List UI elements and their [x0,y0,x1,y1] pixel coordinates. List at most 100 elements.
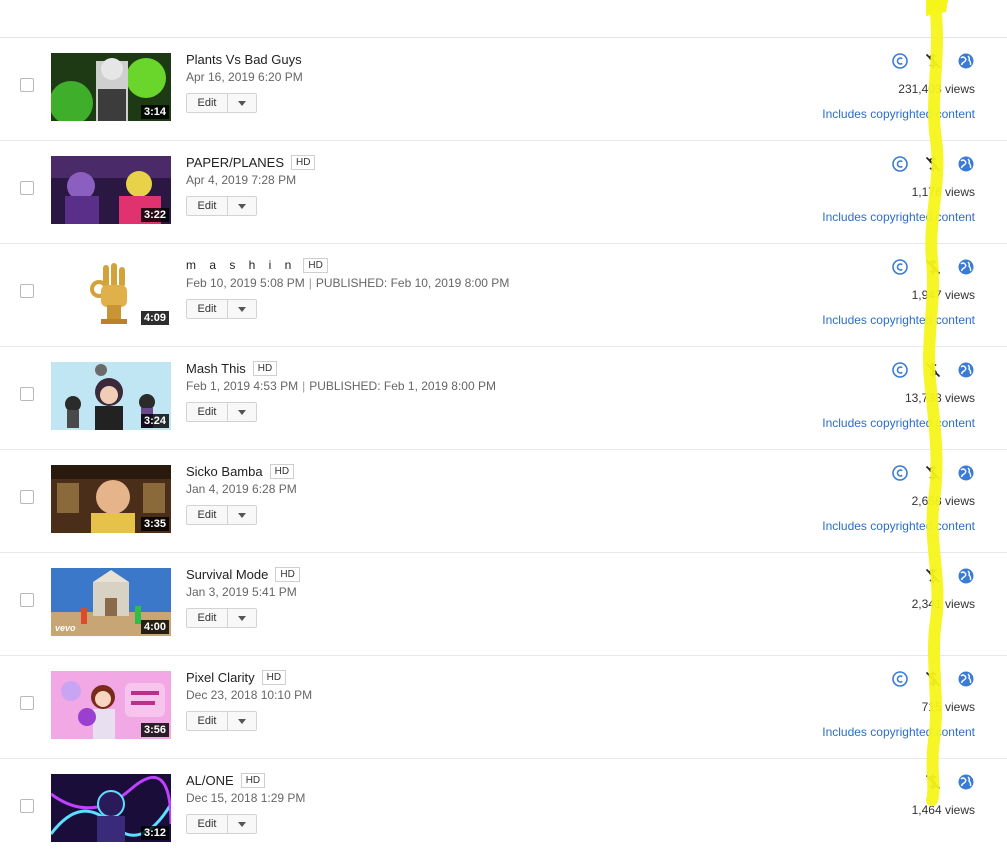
video-title[interactable]: Survival Mode [186,567,268,582]
hd-badge: HD [303,257,328,273]
video-thumbnail[interactable]: vevo 4:00 [51,568,171,636]
view-count: 1,464 views [911,803,975,817]
copyright-claim-link[interactable]: Includes copyrighted content [822,313,975,327]
edit-button[interactable]: Edit [187,94,228,112]
edit-dropdown-button[interactable] [228,506,256,524]
edit-dropdown-button[interactable] [228,300,256,318]
row-checkbox[interactable] [20,387,34,401]
edit-button[interactable]: Edit [187,712,228,730]
edit-dropdown-button[interactable] [228,815,256,833]
video-thumbnail[interactable]: 3:22 [51,156,171,224]
copyright-icon[interactable] [891,155,909,173]
row-checkbox[interactable] [20,181,34,195]
published-date: PUBLISHED: Feb 10, 2019 8:00 PM [315,276,510,290]
video-title[interactable]: Sicko Bamba [186,464,263,479]
public-globe-icon[interactable] [957,361,975,379]
video-row: 3:24 Mash This HD Feb 1, 2019 4:53 PM | PU… [0,347,1007,450]
video-title[interactable]: PAPER/PLANES [186,155,284,170]
edit-dropdown-button[interactable] [228,712,256,730]
edit-button-group: Edit [186,814,257,834]
edit-button[interactable]: Edit [187,403,228,421]
public-globe-icon[interactable] [957,464,975,482]
copyright-icon[interactable] [891,670,909,688]
view-count: 1,947 views [911,288,975,302]
public-globe-icon[interactable] [957,52,975,70]
video-title[interactable]: Pixel Clarity [186,670,255,685]
copyright-claim-link[interactable]: Includes copyrighted content [822,416,975,430]
hd-badge: HD [252,360,278,376]
monetization-off-icon[interactable] [924,773,942,791]
video-row: 3:14 Plants Vs Bad Guys Apr 16, 2019 6:2… [0,38,1007,141]
edit-button[interactable]: Edit [187,815,228,833]
row-checkbox[interactable] [20,284,34,298]
edit-button[interactable]: Edit [187,609,228,627]
video-thumbnail[interactable]: 4:09 [51,259,171,327]
video-title[interactable]: AL/ONE [186,773,234,788]
video-thumbnail[interactable]: 3:35 [51,465,171,533]
edit-button-group: Edit [186,402,257,422]
monetization-off-icon[interactable] [924,258,942,276]
row-checkbox[interactable] [20,78,34,92]
video-thumbnail[interactable]: 3:14 [51,53,171,121]
monetization-off-icon[interactable] [924,567,942,585]
edit-dropdown-button[interactable] [228,94,256,112]
monetization-off-icon[interactable] [924,155,942,173]
hd-badge: HD [291,154,316,170]
edit-button[interactable]: Edit [187,506,228,524]
copyright-claim-link[interactable]: Includes copyrighted content [822,107,975,121]
video-date: Apr 4, 2019 7:28 PM [186,173,297,187]
video-thumbnail[interactable]: 3:24 [51,362,171,430]
public-globe-icon[interactable] [957,258,975,276]
date-separator: | [302,379,306,393]
copyright-icon[interactable] [891,258,909,276]
video-title[interactable]: Mash This [186,361,246,376]
video-duration: 3:22 [140,208,169,222]
monetization-off-icon[interactable] [924,361,942,379]
monetization-off-icon[interactable] [924,52,942,70]
public-globe-icon[interactable] [957,773,975,791]
chevron-down-icon [238,409,246,415]
video-duration: 3:24 [140,414,169,428]
monetization-off-icon[interactable] [924,670,942,688]
video-thumbnail[interactable]: 3:12 [51,774,171,842]
video-row: 4:09 m a s h i n HD Feb 10, 2019 5:08 PM… [0,244,1007,347]
video-row: 3:22 PAPER/PLANES HD Apr 4, 2019 7:28 PM… [0,141,1007,244]
row-checkbox[interactable] [20,490,34,504]
video-row: 3:35 Sicko Bamba HD Jan 4, 2019 6:28 PM … [0,450,1007,553]
edit-button-group: Edit [186,711,257,731]
copyright-icon[interactable] [891,361,909,379]
row-checkbox[interactable] [20,593,34,607]
video-list: 3:14 Plants Vs Bad Guys Apr 16, 2019 6:2… [0,38,1007,861]
date-separator: | [308,276,312,290]
row-checkbox[interactable] [20,799,34,813]
video-title[interactable]: Plants Vs Bad Guys [186,52,302,67]
edit-button[interactable]: Edit [187,197,228,215]
public-globe-icon[interactable] [957,567,975,585]
monetization-off-icon[interactable] [924,464,942,482]
edit-dropdown-button[interactable] [228,197,256,215]
edit-dropdown-button[interactable] [228,609,256,627]
video-thumbnail[interactable]: 3:56 [51,671,171,739]
public-globe-icon[interactable] [957,670,975,688]
video-row: 3:12 AL/ONE HD Dec 15, 2018 1:29 PM Edit… [0,759,1007,861]
chevron-down-icon [238,512,246,518]
video-date: Feb 10, 2019 5:08 PM | PUBLISHED: Feb 10, … [186,276,510,290]
copyright-claim-link[interactable]: Includes copyrighted content [822,725,975,739]
video-row: vevo 4:00 Survival Mode HD Jan 3, 2019 5… [0,553,1007,656]
chevron-down-icon [238,718,246,724]
video-title[interactable]: m a s h i n [186,258,296,272]
video-date: Dec 23, 2018 10:10 PM [186,688,313,702]
video-duration: 3:56 [140,723,169,737]
row-checkbox[interactable] [20,696,34,710]
copyright-icon[interactable] [891,464,909,482]
chevron-down-icon [238,306,246,312]
edit-dropdown-button[interactable] [228,403,256,421]
copyright-icon[interactable] [891,52,909,70]
edit-button[interactable]: Edit [187,300,228,318]
vevo-logo: vevo [55,623,76,633]
video-duration: 4:09 [140,311,169,325]
copyright-claim-link[interactable]: Includes copyrighted content [822,210,975,224]
video-row: 3:56 Pixel Clarity HD Dec 23, 2018 10:10… [0,656,1007,759]
copyright-claim-link[interactable]: Includes copyrighted content [822,519,975,533]
public-globe-icon[interactable] [957,155,975,173]
